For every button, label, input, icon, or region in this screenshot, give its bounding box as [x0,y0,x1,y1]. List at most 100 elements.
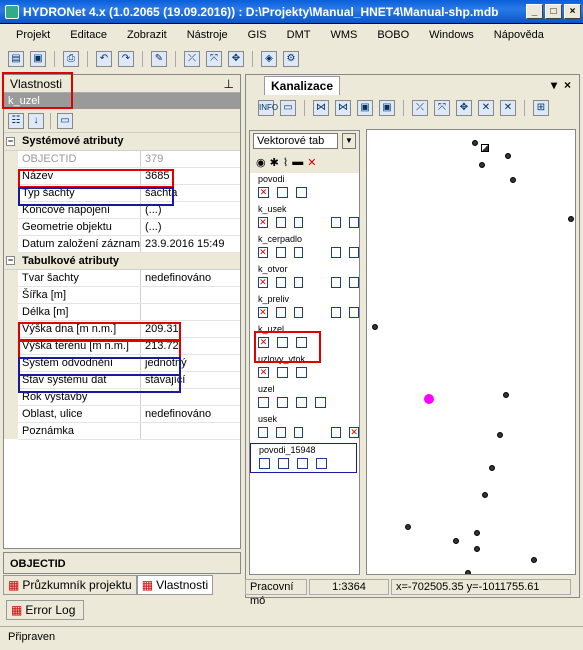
maximize-button[interactable]: □ [545,4,562,19]
layer-checkbox[interactable] [331,427,342,438]
property-row[interactable]: Datum založení záznam 23.9.2016 15:49 [4,235,240,253]
map-node[interactable] [510,177,516,183]
layer-checkbox[interactable] [278,458,289,469]
menu-gis[interactable]: GIS [248,29,267,41]
sort-az-icon[interactable]: ↓ [28,112,44,129]
close-icon[interactable]: × [564,78,571,92]
map-node[interactable] [479,162,485,168]
map-node[interactable] [372,324,378,330]
measure-icon[interactable]: ▭ [280,100,296,116]
map-scale[interactable]: 1:3364 [309,579,389,595]
layer-checkbox[interactable] [275,427,286,438]
dropdown-icon[interactable]: ▾ [551,78,557,92]
menu-napoveda[interactable]: Nápověda [494,29,544,41]
layer-checkbox[interactable] [293,427,304,438]
layer-checkbox[interactable] [277,397,288,408]
layer-item[interactable]: k_usek ✕ [250,203,359,233]
layer-item[interactable]: povodi ✕ [250,173,359,203]
split-icon[interactable]: ⤫ [184,51,200,67]
layer-checkbox[interactable]: ✕ [258,187,269,198]
map-node[interactable] [482,492,488,498]
property-value[interactable]: (...) [140,218,240,236]
layer-checkbox[interactable] [258,427,268,438]
eye-icon[interactable]: ◉ [256,156,266,169]
property-value[interactable] [140,422,240,440]
menu-zobrazit[interactable]: Zobrazit [127,29,167,41]
layer-item[interactable]: k_otvor ✕ [250,263,359,293]
layer-item[interactable]: uzel [250,383,359,413]
select2-icon[interactable]: ▣ [379,100,395,116]
property-value[interactable] [140,286,240,304]
layer-checkbox[interactable]: ✕ [258,367,269,378]
layer-checkbox[interactable]: ✕ [349,427,359,438]
undo-icon[interactable]: ↶ [96,51,112,67]
add-icon[interactable]: ⊞ [533,100,549,116]
map-node[interactable] [531,557,537,563]
layer-checkbox[interactable] [259,458,270,469]
menu-nastroje[interactable]: Nástroje [187,29,228,41]
property-row[interactable]: Šířka [m] [4,286,240,304]
layer-checkbox[interactable] [349,307,359,318]
close-button[interactable]: × [564,4,581,19]
layer-select-value[interactable]: Vektorové tab [253,133,338,149]
layer-checkbox[interactable] [293,277,304,288]
map-node[interactable] [472,140,478,146]
menu-wms[interactable]: WMS [330,29,357,41]
minimize-button[interactable]: _ [526,4,543,19]
layer-checkbox[interactable] [275,277,286,288]
layer-checkbox[interactable] [275,247,286,258]
layer-checkbox[interactable]: ✕ [258,217,268,228]
map-node[interactable] [474,546,480,552]
select-icon[interactable]: ▣ [357,100,373,116]
map-node[interactable] [481,144,489,152]
layer-item[interactable]: k_cerpadlo ✕ [250,233,359,263]
category-row[interactable]: − Tabulkové atributy [4,252,240,270]
tab-kanalizace[interactable]: Kanalizace [264,75,341,95]
info-icon[interactable]: INFO [258,100,278,116]
network2-icon[interactable]: ⋈ [335,100,351,116]
property-row[interactable]: OBJECTID 379 [4,150,240,168]
map-node[interactable] [505,153,511,159]
menu-dmt[interactable]: DMT [287,29,311,41]
layer-checkbox[interactable] [331,307,342,318]
layer-checkbox[interactable] [349,217,359,228]
node-icon[interactable]: ⤫ [412,100,428,116]
menu-editace[interactable]: Editace [70,29,107,41]
layer-checkbox[interactable]: ✕ [258,247,268,258]
layer-checkbox[interactable] [349,247,359,258]
layer-checkbox[interactable] [296,367,307,378]
category-row[interactable]: − Systémové atributy [4,133,240,151]
layer-checkbox[interactable] [297,458,308,469]
chevron-down-icon[interactable]: ▼ [342,133,356,149]
collapse-icon[interactable]: − [4,252,18,270]
layer-checkbox[interactable] [275,307,286,318]
menu-windows[interactable]: Windows [429,29,474,41]
delete-icon[interactable]: ✕ [478,100,494,116]
symbol-icon[interactable]: ✱ [270,156,279,169]
join-icon[interactable]: ⤧ [206,51,222,67]
layer-checkbox[interactable] [277,367,288,378]
property-row[interactable]: Tvar šachty nedefinováno [4,269,240,287]
selected-node[interactable] [424,394,434,404]
layer-checkbox[interactable] [258,397,269,408]
gis-icon[interactable]: ◈ [261,51,277,67]
layer-checkbox[interactable] [293,307,304,318]
layer-checkbox[interactable]: ✕ [258,277,268,288]
property-row[interactable]: Poznámka [4,422,240,440]
layer-item[interactable]: usek ✕ [250,413,359,443]
layer-checkbox[interactable] [331,247,342,258]
layer-checkbox[interactable] [316,458,327,469]
layer-select[interactable]: Vektorové tab ▼ [250,131,359,151]
property-value[interactable]: nedefinováno [140,269,240,287]
property-pages-icon[interactable]: ▭ [57,112,73,129]
map-node[interactable] [465,570,471,574]
layer-checkbox[interactable] [315,397,326,408]
print-icon[interactable]: ⎙ [63,51,79,67]
layer-checkbox[interactable] [331,217,342,228]
line-icon[interactable]: ⌇ [283,156,288,169]
remove-icon[interactable]: ✕ [307,156,316,169]
open-icon[interactable]: ▤ [8,51,24,67]
property-row[interactable]: Délka [m] [4,303,240,321]
map-node[interactable] [497,432,503,438]
layer-checkbox[interactable] [275,217,286,228]
